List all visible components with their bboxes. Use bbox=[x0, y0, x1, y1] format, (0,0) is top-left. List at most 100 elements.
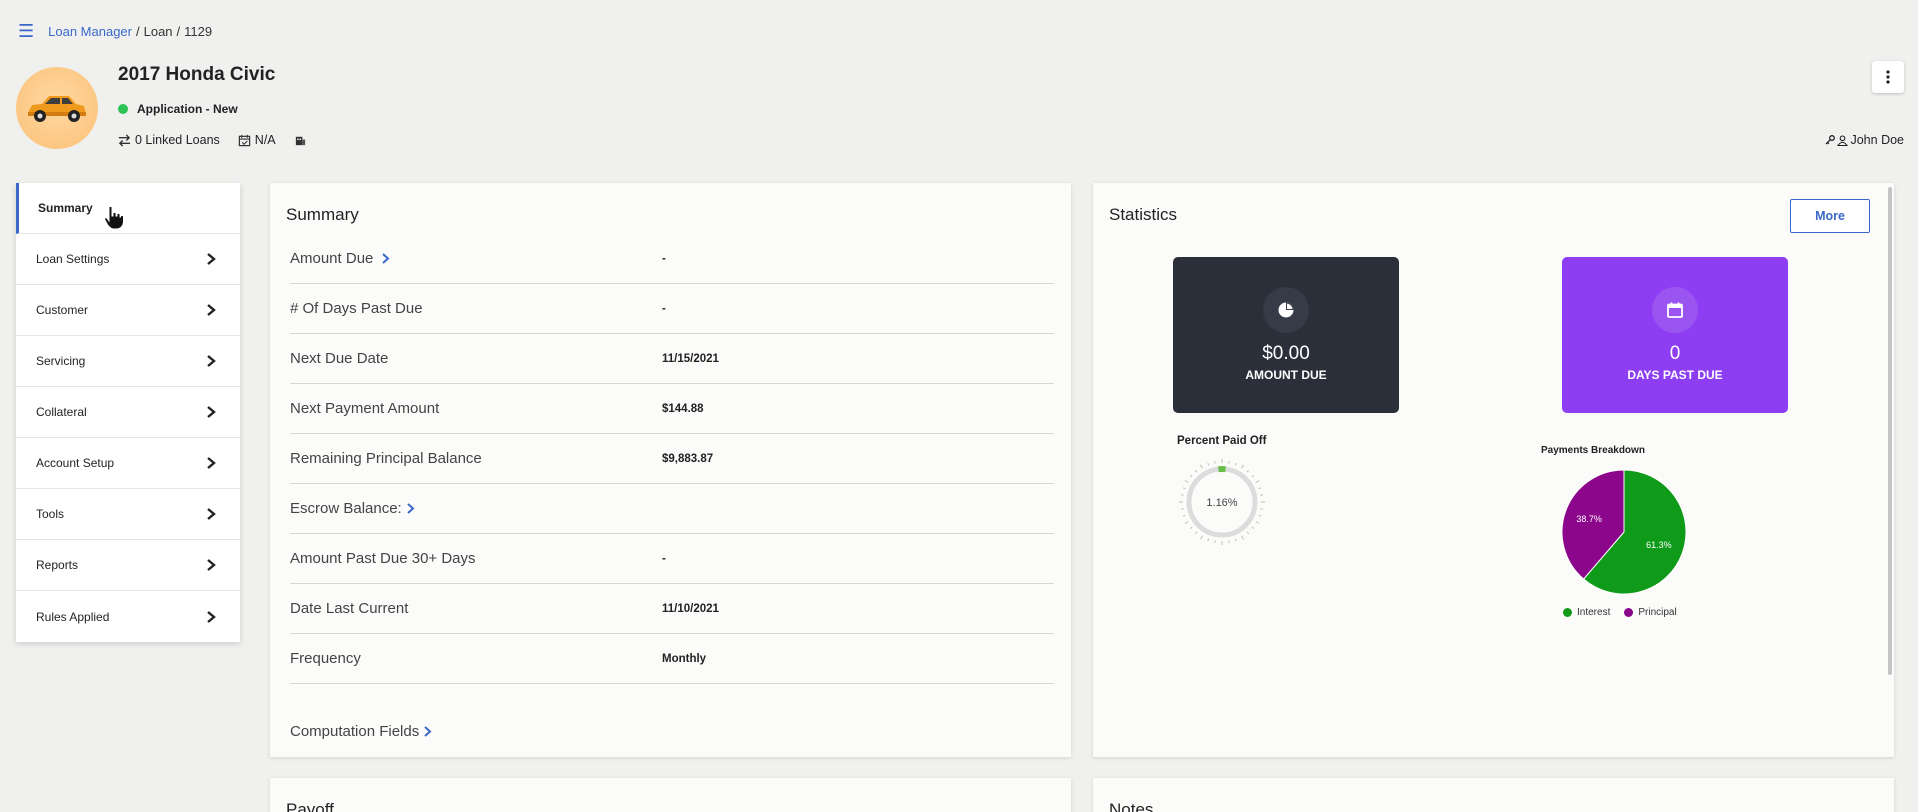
breadcrumb-loan: Loan bbox=[143, 23, 173, 39]
status-text: Application - New bbox=[137, 102, 238, 116]
percent-paid-off-title: Percent Paid Off bbox=[1177, 435, 1267, 447]
pie-chart-icon bbox=[1263, 287, 1309, 333]
row-value: 11/10/2021 bbox=[662, 602, 719, 615]
building-icon[interactable] bbox=[294, 134, 307, 147]
sidebar-item-account-setup[interactable]: Account Setup bbox=[16, 438, 240, 489]
chevron-right-icon[interactable] bbox=[406, 503, 415, 514]
sidebar-item-collateral[interactable]: Collateral bbox=[16, 387, 240, 438]
gauge-tick bbox=[1251, 474, 1255, 478]
gauge-tick bbox=[1255, 480, 1260, 483]
amount-due-label: AMOUNT DUE bbox=[1245, 368, 1327, 382]
summary-row-frequency: Frequency Monthly bbox=[290, 634, 1054, 684]
amount-due-tile: $0.00 AMOUNT DUE bbox=[1173, 257, 1399, 413]
breadcrumb-separator: / bbox=[135, 23, 140, 39]
summary-card: Summary Amount Due - # Of Days Past Due … bbox=[270, 183, 1071, 757]
row-value: - bbox=[662, 552, 666, 565]
payments-breakdown-title: Payments Breakdown bbox=[1541, 445, 1645, 456]
statistics-card: Statistics More $0.00 AMOUNT DUE 0 DAYS … bbox=[1093, 183, 1894, 757]
summary-row-past-due-30: Amount Past Due 30+ Days - bbox=[290, 534, 1054, 584]
row-value: 11/15/2021 bbox=[662, 352, 719, 365]
scrollbar[interactable] bbox=[1888, 187, 1892, 675]
row-label: Remaining Principal Balance bbox=[290, 450, 482, 467]
chevron-right-icon bbox=[207, 508, 216, 520]
sidebar-item-tools[interactable]: Tools bbox=[16, 489, 240, 540]
sidebar-item-customer[interactable]: Customer bbox=[16, 285, 240, 336]
gauge-tick bbox=[1189, 526, 1193, 530]
swap-arrows-icon bbox=[118, 133, 131, 147]
row-label: Date Last Current bbox=[290, 600, 409, 617]
payments-breakdown-pie: 61.3% 38.7% bbox=[1561, 469, 1687, 595]
sidebar-item-label: Summary bbox=[38, 201, 93, 215]
loan-title: 2017 Honda Civic bbox=[118, 64, 276, 85]
percent-paid-off-gauge: 1.16% bbox=[1179, 459, 1265, 545]
hamburger-menu-icon[interactable]: ☰ bbox=[18, 22, 34, 40]
legend-item-principal[interactable]: Principal bbox=[1624, 607, 1677, 618]
loan-date: N/A bbox=[238, 133, 276, 147]
amount-due-value: $0.00 bbox=[1262, 343, 1310, 364]
loan-owner[interactable]: John Doe bbox=[1825, 133, 1904, 147]
avatar bbox=[16, 67, 98, 149]
sidebar-item-reports[interactable]: Reports bbox=[16, 540, 240, 591]
row-label: Next Payment Amount bbox=[290, 400, 440, 417]
breadcrumb-loan-manager[interactable]: Loan Manager bbox=[48, 24, 132, 39]
days-past-due-value: 0 bbox=[1669, 343, 1681, 364]
more-button[interactable]: More bbox=[1790, 199, 1870, 233]
hand-cursor-icon bbox=[103, 205, 124, 230]
chevron-right-icon bbox=[207, 457, 216, 469]
chevron-right-icon bbox=[207, 559, 216, 571]
row-value: $144.88 bbox=[662, 402, 704, 415]
legend-label: Principal bbox=[1638, 607, 1677, 618]
summary-row-escrow-balance: Escrow Balance: bbox=[290, 484, 1054, 534]
gauge-tick bbox=[1258, 514, 1262, 517]
sidebar-item-rules-applied[interactable]: Rules Applied bbox=[16, 591, 240, 642]
linked-loans-label: 0 Linked Loans bbox=[135, 133, 220, 147]
chevron-right-icon[interactable] bbox=[381, 253, 390, 264]
calendar-icon bbox=[1652, 287, 1698, 333]
sidebar-item-label: Loan Settings bbox=[36, 252, 110, 266]
notes-card: Notes bbox=[1093, 778, 1894, 812]
notes-title: Notes bbox=[1109, 800, 1154, 812]
sidebar-item-servicing[interactable]: Servicing bbox=[16, 336, 240, 387]
sidebar-item-summary[interactable]: Summary bbox=[16, 183, 240, 234]
summary-title: Summary bbox=[286, 205, 359, 224]
days-past-due-label: DAYS PAST DUE bbox=[1627, 368, 1723, 382]
gauge-tick bbox=[1189, 474, 1193, 478]
gauge-tick bbox=[1194, 469, 1198, 473]
percent-paid-off-value: 1.16% bbox=[1206, 497, 1237, 509]
gauge-tick bbox=[1207, 538, 1210, 542]
row-label: # Of Days Past Due bbox=[290, 300, 423, 317]
gauge-tick bbox=[1241, 535, 1244, 540]
summary-row-next-payment: Next Payment Amount $144.88 bbox=[290, 384, 1054, 434]
summary-row-date-last-current: Date Last Current 11/10/2021 bbox=[290, 584, 1054, 634]
row-label[interactable]: Amount Due bbox=[290, 250, 662, 267]
chevron-right-icon bbox=[207, 304, 216, 316]
sidebar-item-loan-settings[interactable]: Loan Settings bbox=[16, 234, 240, 285]
row-label: Frequency bbox=[290, 650, 361, 667]
legend-label: Interest bbox=[1577, 607, 1611, 618]
payoff-card: Payoff bbox=[270, 778, 1071, 812]
days-past-due-tile: 0 DAYS PAST DUE bbox=[1562, 257, 1788, 413]
gauge-tick bbox=[1234, 462, 1237, 466]
summary-row-days-past-due: # Of Days Past Due - bbox=[290, 284, 1054, 334]
chevron-right-icon bbox=[424, 726, 432, 737]
chart-legend: Interest Principal bbox=[1563, 607, 1677, 618]
calendar-check-icon bbox=[238, 134, 251, 146]
row-label-text: Escrow Balance: bbox=[290, 500, 402, 517]
pie-label-interest: 61.3% bbox=[1646, 540, 1672, 550]
chevron-right-icon bbox=[207, 610, 216, 623]
summary-row-principal-balance: Remaining Principal Balance $9,883.87 bbox=[290, 434, 1054, 484]
statistics-title: Statistics bbox=[1109, 205, 1178, 224]
gauge-tick bbox=[1246, 469, 1250, 473]
status-dot bbox=[118, 104, 128, 114]
more-actions-button[interactable] bbox=[1872, 61, 1904, 93]
legend-item-interest[interactable]: Interest bbox=[1563, 607, 1610, 618]
linked-loans[interactable]: 0 Linked Loans bbox=[118, 133, 220, 147]
summary-table: Amount Due - # Of Days Past Due - Next D… bbox=[290, 234, 1054, 684]
row-label[interactable]: Escrow Balance: bbox=[290, 500, 662, 517]
row-value: $9,883.87 bbox=[662, 452, 714, 465]
sidebar-item-label: Servicing bbox=[36, 354, 86, 368]
computation-fields-link[interactable]: Computation Fields bbox=[290, 723, 432, 740]
pie-label-principal: 38.7% bbox=[1576, 514, 1602, 524]
loan-date-value: N/A bbox=[254, 133, 276, 147]
sidebar-item-label: Customer bbox=[36, 303, 89, 317]
